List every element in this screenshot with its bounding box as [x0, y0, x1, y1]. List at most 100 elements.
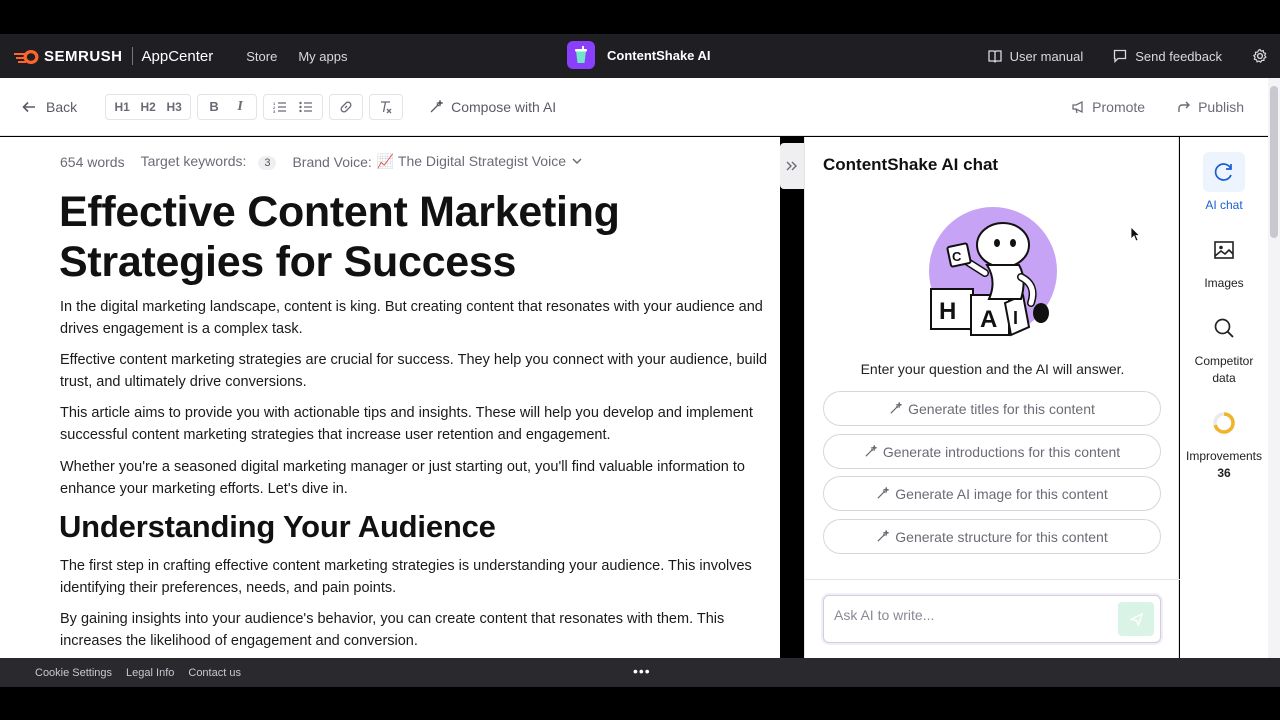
- editor-content[interactable]: 654 words Target keywords: 3 Brand Voice…: [0, 137, 780, 658]
- book-icon: [987, 50, 1002, 63]
- user-manual-label: User manual: [1009, 48, 1084, 64]
- article-title[interactable]: Effective Content Marketing Strategies f…: [59, 187, 759, 287]
- brand-name: SEMRUSH: [44, 47, 123, 65]
- h2-button[interactable]: H2: [135, 95, 161, 119]
- nav-store[interactable]: Store: [246, 49, 277, 64]
- paragraph[interactable]: This article aims to provide you with ac…: [60, 403, 770, 446]
- chat-divider: [805, 579, 1180, 580]
- promote-label: Promote: [1092, 98, 1146, 115]
- section-heading[interactable]: Understanding Your Audience: [59, 509, 496, 545]
- footer-cookie-settings[interactable]: Cookie Settings: [35, 667, 112, 679]
- ordered-list-icon: 123: [273, 101, 287, 113]
- nav-my-apps[interactable]: My apps: [298, 49, 347, 64]
- top-right-actions: User manual Send feedback: [987, 34, 1280, 78]
- clear-format-icon: [381, 100, 392, 113]
- send-feedback-link[interactable]: Send feedback: [1113, 49, 1222, 64]
- clear-format-button[interactable]: [373, 95, 399, 119]
- suggestion-generate-titles[interactable]: Generate titles for this content: [823, 391, 1161, 426]
- compose-label: Compose with AI: [451, 98, 557, 115]
- magic-wand-icon: [890, 402, 903, 414]
- gear-icon: [1252, 48, 1267, 64]
- chat-refresh-icon: [1203, 152, 1245, 192]
- compose-with-ai-button[interactable]: Compose with AI: [429, 99, 556, 115]
- h1-button[interactable]: H1: [109, 95, 135, 119]
- paragraph[interactable]: The first step in crafting effective con…: [60, 556, 770, 599]
- h3-button[interactable]: H3: [161, 95, 187, 119]
- magic-wand-icon: [865, 445, 877, 457]
- footer-contact-us[interactable]: Contact us: [188, 667, 241, 679]
- paragraph[interactable]: In the digital marketing landscape, cont…: [60, 297, 770, 340]
- scroll-thumb[interactable]: [1270, 86, 1278, 238]
- back-label: Back: [46, 98, 78, 115]
- rail-ai-chat[interactable]: AI chat: [1180, 152, 1268, 212]
- send-button[interactable]: [1118, 602, 1154, 636]
- share-arrow-icon: [1178, 101, 1191, 112]
- publish-button[interactable]: Publish: [1177, 99, 1244, 115]
- suggestion-label: Generate AI image for this content: [895, 485, 1108, 502]
- brand-divider: [131, 47, 133, 65]
- page-scrollbar[interactable]: [1268, 78, 1280, 658]
- word-count: 654 words: [60, 153, 125, 170]
- heading-format-group: H1 H2 H3: [105, 93, 192, 120]
- paragraph[interactable]: Whether you're a seasoned digital market…: [60, 457, 770, 500]
- search-icon: [1203, 308, 1245, 348]
- ask-ai-box: [823, 595, 1161, 643]
- chat-title: ContentShake AI chat: [823, 155, 999, 174]
- publish-label: Publish: [1198, 98, 1244, 115]
- brand-voice-selector[interactable]: Brand Voice: 📈 The Digital Strategist Vo…: [292, 153, 582, 170]
- svg-text:A: A: [980, 306, 997, 333]
- brand-voice-value: 📈 The Digital Strategist Voice: [376, 153, 566, 169]
- user-manual-link[interactable]: User manual: [987, 48, 1084, 64]
- editor-toolbar: Back H1 H2 H3 B I 123 Compose with AI Pr…: [0, 78, 1268, 136]
- send-feedback-label: Send feedback: [1135, 48, 1222, 64]
- semrush-logo-icon: [12, 49, 40, 64]
- footer-legal-info[interactable]: Legal Info: [126, 667, 174, 679]
- promote-button[interactable]: Promote: [1071, 99, 1145, 115]
- app-name: ContentShake AI: [607, 47, 711, 63]
- suggestion-generate-structure[interactable]: Generate structure for this content: [823, 519, 1161, 554]
- link-group: [329, 93, 364, 120]
- bullet-list-icon: [299, 101, 313, 112]
- rail-improvements[interactable]: Improvements 36: [1180, 403, 1268, 480]
- svg-text:H: H: [939, 298, 956, 325]
- improvements-count: 36: [1217, 466, 1231, 480]
- brand-voice-label: Brand Voice:: [292, 153, 372, 170]
- progress-ring-icon: [1203, 403, 1245, 443]
- suggestion-generate-ai-image[interactable]: Generate AI image for this content: [823, 476, 1161, 511]
- ask-ai-input[interactable]: [834, 605, 1114, 625]
- paragraph[interactable]: Effective content marketing strategies a…: [60, 350, 770, 393]
- app-window: SEMRUSH AppCenter Store My apps ContentS…: [0, 0, 1280, 720]
- keywords-count-badge: 3: [258, 156, 277, 170]
- brand[interactable]: SEMRUSH AppCenter: [12, 47, 213, 65]
- contentshake-app-icon: [567, 41, 595, 69]
- ordered-list-button[interactable]: 123: [267, 95, 293, 119]
- ai-chat-panel: ContentShake AI chat H A I C Enter your …: [804, 137, 1180, 658]
- collapse-panel-button[interactable]: [780, 143, 804, 189]
- magic-wand-icon: [877, 530, 890, 542]
- more-dots-icon[interactable]: •••: [633, 664, 651, 678]
- target-keywords-label: Target keywords:: [140, 153, 247, 169]
- bold-button[interactable]: B: [201, 95, 227, 119]
- text-style-group: B I: [197, 93, 258, 120]
- italic-button[interactable]: I: [227, 95, 253, 119]
- paragraph[interactable]: By gaining insights into your audience's…: [60, 609, 770, 652]
- image-icon: [1203, 230, 1245, 270]
- magic-wand-icon: [430, 99, 444, 112]
- rail-competitor-data[interactable]: Competitor data: [1180, 308, 1268, 385]
- settings-button[interactable]: [1252, 48, 1268, 64]
- suggestion-generate-introductions[interactable]: Generate introductions for this content: [823, 434, 1161, 469]
- back-button[interactable]: Back: [22, 99, 77, 115]
- rail-images[interactable]: Images: [1180, 230, 1268, 290]
- bullet-list-button[interactable]: [293, 95, 319, 119]
- current-app: ContentShake AI: [567, 41, 711, 69]
- target-keywords[interactable]: Target keywords: 3: [141, 153, 277, 170]
- link-button[interactable]: [333, 95, 359, 119]
- svg-text:3: 3: [273, 109, 276, 113]
- robot-illustration: H A I C: [929, 207, 1057, 337]
- message-icon: [1114, 49, 1127, 63]
- arrow-left-icon: [22, 101, 35, 112]
- chevron-down-icon: [572, 158, 582, 165]
- top-bar: SEMRUSH AppCenter Store My apps ContentS…: [0, 34, 1280, 78]
- toolbar-right: Promote Publish: [1071, 99, 1244, 115]
- send-icon: [1129, 612, 1143, 626]
